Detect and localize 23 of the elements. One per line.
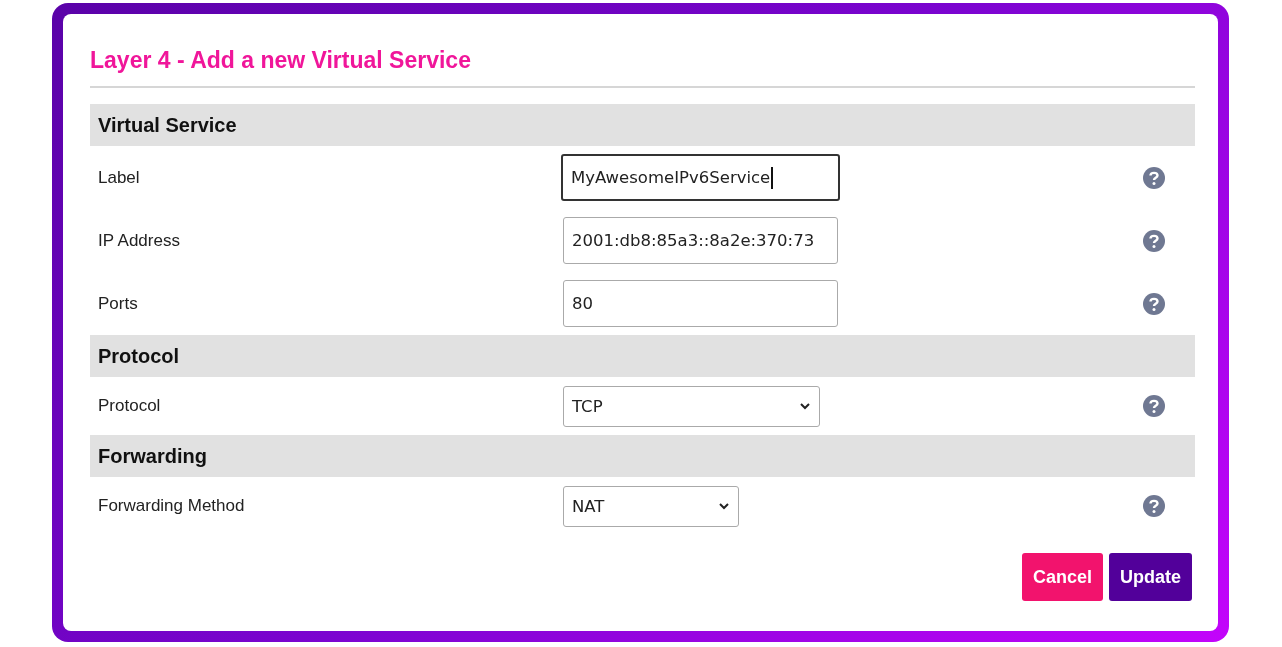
- field-label: Ports: [97, 293, 139, 314]
- dropdown[interactable]: TCP: [563, 385, 820, 427]
- section-title: Forwarding: [98, 444, 207, 468]
- field-label: Protocol: [97, 396, 162, 416]
- text-field[interactable]: 2001:db8:85a3::8a2e:370:73: [563, 217, 838, 264]
- help-icon[interactable]: [1143, 395, 1165, 417]
- field-label: Forwarding Method: [97, 496, 246, 516]
- chevron-down-icon: [718, 502, 730, 510]
- field-label: IP Address: [97, 230, 181, 251]
- cancel-button[interactable]: Cancel: [1021, 553, 1103, 601]
- field-label: Label: [97, 167, 141, 188]
- text-field[interactable]: MyAwesomeIPv6Service: [561, 154, 840, 201]
- dialog-title: Layer 4 - Add a new Virtual Service: [90, 46, 472, 75]
- help-icon[interactable]: [1143, 229, 1165, 252]
- help-icon[interactable]: [1143, 166, 1165, 189]
- chevron-down-icon: [799, 402, 811, 410]
- update-button[interactable]: Update: [1109, 553, 1192, 601]
- text-field[interactable]: 80: [563, 280, 838, 327]
- help-icon[interactable]: [1143, 495, 1165, 517]
- section-title: Virtual Service: [98, 113, 237, 137]
- section-title: Protocol: [98, 344, 180, 368]
- dropdown[interactable]: NAT: [563, 485, 739, 527]
- help-icon[interactable]: [1143, 292, 1165, 315]
